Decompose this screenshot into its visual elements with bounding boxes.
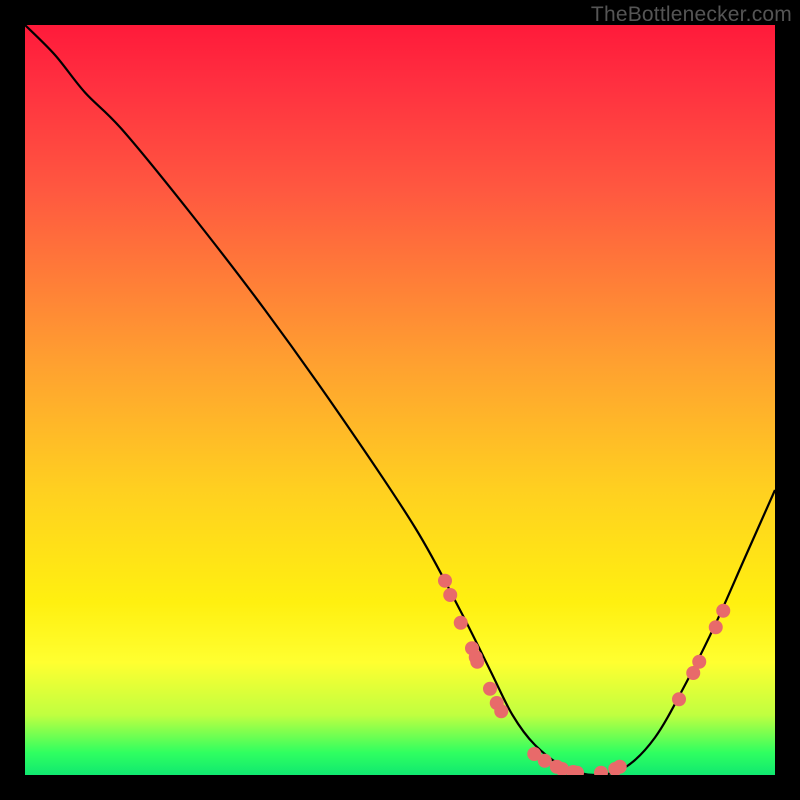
curve-point-marker	[692, 655, 706, 669]
curve-point-marker	[608, 762, 622, 775]
curve-point-marker	[709, 620, 723, 634]
curve-point-marker	[443, 588, 457, 602]
curve-point-marker	[570, 766, 584, 775]
curve-point-marker	[490, 696, 504, 710]
curve-point-marker	[566, 765, 580, 775]
plot-area	[25, 25, 775, 775]
curve-point-marker	[594, 766, 608, 775]
chart-svg	[25, 25, 775, 775]
curve-point-marker	[469, 650, 483, 664]
bottleneck-curve	[25, 25, 775, 775]
curve-point-marker	[672, 692, 686, 706]
curve-point-marker	[470, 655, 484, 669]
curve-point-marker	[550, 760, 564, 774]
curve-point-marker	[527, 747, 541, 761]
curve-point-marker	[555, 762, 569, 775]
chart-container: TheBottlenecker.com	[0, 0, 800, 800]
curve-point-marker	[716, 604, 730, 618]
curve-point-marker	[483, 682, 497, 696]
curve-markers	[438, 574, 730, 775]
watermark-text: TheBottlenecker.com	[591, 3, 792, 27]
curve-point-marker	[438, 574, 452, 588]
curve-point-marker	[613, 760, 627, 774]
curve-point-marker	[686, 666, 700, 680]
curve-point-marker	[454, 616, 468, 630]
curve-point-marker	[538, 754, 552, 768]
curve-point-marker	[494, 704, 508, 718]
curve-point-marker	[465, 641, 479, 655]
